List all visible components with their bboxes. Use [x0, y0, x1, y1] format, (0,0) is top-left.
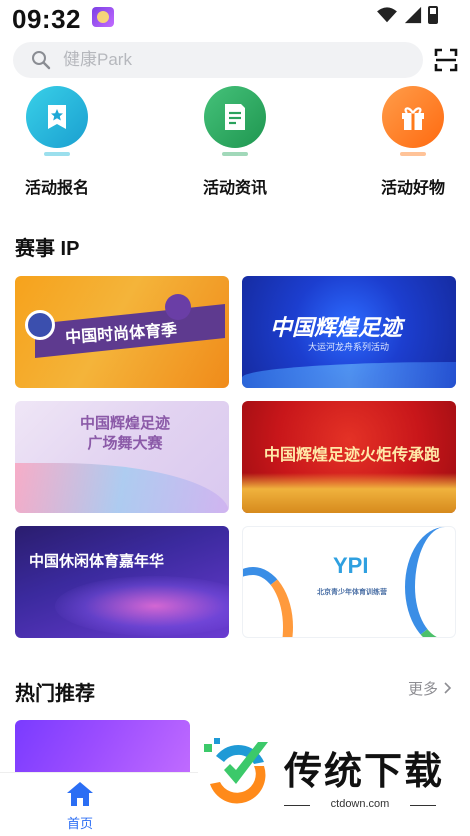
bottom-nav: 首页	[0, 772, 198, 836]
star-card-icon	[26, 86, 88, 148]
search-input[interactable]	[63, 42, 403, 78]
ip-card[interactable]: 中国辉煌足迹 大运河龙舟系列活动	[242, 276, 456, 388]
ip-card[interactable]: 中国辉煌足迹 广场舞大赛	[15, 401, 229, 513]
section-title-ip: 赛事 IP	[15, 238, 80, 260]
search-icon	[32, 51, 51, 70]
shortcut-label: 活动好物	[380, 180, 445, 197]
ip-card-title: 中国休闲体育嘉年华	[29, 553, 165, 570]
ip-card-title: 中国辉煌足迹 广场舞大赛	[79, 414, 170, 452]
status-bar: 09:32	[0, 0, 470, 40]
shortcut-label: 活动报名	[24, 180, 89, 197]
chevron-right-icon	[444, 682, 452, 694]
frisbee-icon	[25, 310, 55, 340]
ip-card[interactable]: 中国辉煌足迹火炬传承跑	[242, 401, 456, 513]
home-icon	[67, 782, 93, 806]
nav-home-label: 首页	[66, 816, 93, 831]
gift-icon	[382, 86, 444, 148]
status-icons	[376, 6, 438, 24]
shortcut-activity-news[interactable]: 活动资讯	[180, 86, 290, 197]
watermark-brand: 传统下载	[284, 751, 445, 793]
status-time: 09:32	[12, 4, 81, 34]
ip-card[interactable]: 中国休闲体育嘉年华	[15, 526, 229, 638]
more-label: 更多	[408, 681, 439, 698]
ip-card-subtitle: 大运河龙舟系列活动	[308, 342, 390, 352]
battery-icon	[428, 6, 438, 24]
ip-card-title: 北京青少年体育训练营	[317, 589, 387, 596]
scan-icon[interactable]	[434, 48, 458, 72]
ip-card-title: 中国辉煌足迹	[270, 315, 403, 341]
signal-icon	[404, 6, 422, 24]
ip-card[interactable]: YPI 北京青少年体育训练营	[242, 526, 456, 638]
ip-card[interactable]: 中国时尚体育季	[15, 276, 229, 388]
section-title-hot: 热门推荐	[15, 683, 95, 705]
shortcut-activity-signup[interactable]: 活动报名	[2, 86, 112, 197]
activity-shortcuts: 活动报名 活动资讯 活动好物	[0, 86, 470, 197]
hot-recommend-card[interactable]	[15, 720, 190, 780]
search-bar[interactable]	[13, 42, 423, 78]
document-icon	[204, 86, 266, 148]
shortcut-activity-goods[interactable]: 活动好物	[358, 86, 468, 197]
watermark: 传统下载 ctdown.com	[198, 736, 460, 814]
more-link[interactable]: 更多	[408, 678, 452, 699]
ip-card-title: 中国辉煌足迹火炬传承跑	[264, 445, 441, 464]
watermark-url: ctdown.com	[284, 798, 436, 810]
app-notification-icon	[92, 7, 114, 27]
watermark-logo-icon	[204, 738, 268, 804]
wifi-icon	[377, 7, 397, 23]
skyline-graphic	[242, 473, 456, 513]
ypi-logo: YPI	[333, 553, 369, 578]
shortcut-label: 活动资讯	[202, 180, 267, 197]
nav-tab-home[interactable]: 首页	[60, 781, 100, 832]
